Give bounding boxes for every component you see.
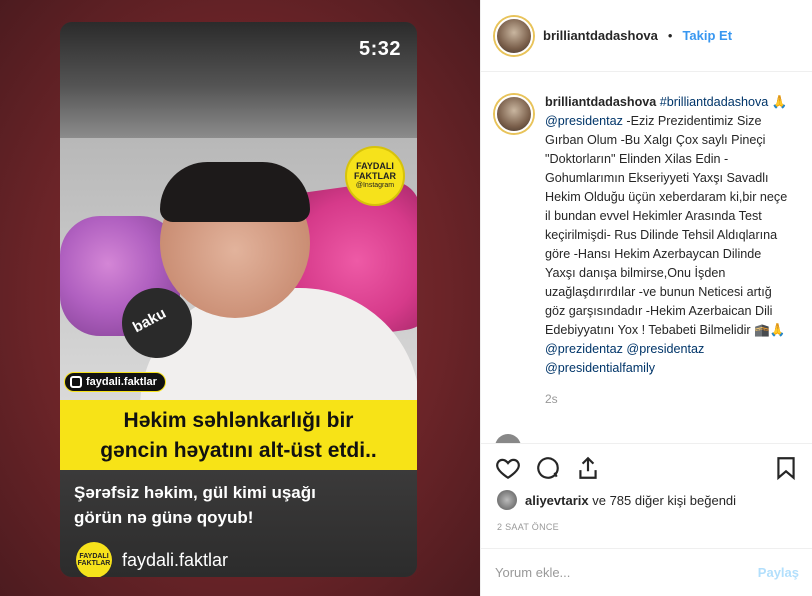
video-subtitle-bar: Şərəfsiz həkim, gül kimi uşağı görün nə … [60,470,417,577]
comment-input[interactable] [495,565,758,580]
caption-mention-2[interactable]: @prezidentaz [545,342,623,356]
header-username[interactable]: brilliantdadashova [543,28,658,43]
post-actions [481,443,812,497]
subtitle-line-2: görün nə günə qoyub! [74,508,254,527]
headline-line-2: gəncin həyatını alt-üst etdi.. [100,439,377,462]
next-comment-avatar [495,434,521,443]
caption-mention-3[interactable]: @presidentaz [626,342,704,356]
video-player[interactable]: 5:32 baku FAYDALI FAKTLAR @Instagram fay… [60,22,417,577]
headline-line-1: Həkim səhlənkarlığı bir [123,409,354,432]
caption-username[interactable]: brilliantdadashova [545,95,656,109]
brand-logo-icon: FAYDALI FAKTLAR [76,542,112,577]
badge-line-2: FAKTLAR [354,171,396,182]
caption-text: brilliantdadashova #brilliantdadashova 🙏… [545,93,791,378]
avatar[interactable] [495,16,533,55]
post-time-ago: 2 SAAT ÖNCE [497,522,559,532]
instagram-icon [70,376,82,388]
video-scene: baku FAYDALI FAKTLAR @Instagram faydali.… [60,138,417,400]
post-comment-button[interactable]: Paylaş [758,565,799,580]
liker-avatar[interactable] [497,490,517,510]
brand-name: faydali.faktlar [122,549,229,570]
post-header: brilliantdadashova • Takip Et [481,0,812,72]
likes-rest[interactable]: ve 785 diğer kişi beğendi [592,493,736,508]
post-side-panel: brilliantdadashova • Takip Et brilliantd… [480,0,812,596]
comment-box: Paylaş [481,548,812,596]
video-bottom-brand: FAYDALI FAKTLAR faydali.faktlar [76,542,228,577]
heart-icon[interactable] [495,455,521,486]
caption-body: -Eziz Prezidentimiz Size Gırban Olum -Bu… [545,114,788,337]
header-separator: • [667,28,673,43]
caption-avatar[interactable] [495,95,533,133]
badge-line-3: @Instagram [355,182,395,190]
caption-hashtag[interactable]: #brilliantdadashova [660,95,769,109]
video-time-remaining: 5:32 [358,38,401,60]
next-comment-peek [495,434,795,443]
video-subtitle: Şərəfsiz həkim, gül kimi uşağı görün nə … [74,480,404,530]
caption-time: 2s [545,392,558,406]
share-icon[interactable] [575,455,601,486]
liker-username[interactable]: aliyevtarix [525,493,589,508]
person-hair [160,162,310,222]
pray-emoji: 🙏 [771,95,788,109]
comment-icon[interactable] [535,455,561,486]
likes-row: aliyevtarix ve 785 diğer kişi beğendi [497,490,736,510]
brand-badge-logo: FAYDALI FAKTLAR @Instagram [345,146,405,206]
caption-end-emoji: 🕋🙏 [754,323,786,337]
video-handle-pill: faydali.faktlar [64,372,166,392]
subtitle-line-1: Şərəfsiz həkim, gül kimi uşağı [74,483,316,502]
video-headline: Həkim səhlənkarlığı bir gəncin həyatını … [60,400,417,470]
caption-area: brilliantdadashova #brilliantdadashova 🙏… [481,73,812,443]
caption-mention-4[interactable]: @presidentialfamily [545,361,655,375]
caption-mention-1[interactable]: @presidentaz [545,114,623,128]
video-handle: faydali.faktlar [86,376,157,388]
follow-button[interactable]: Takip Et [682,28,732,43]
bookmark-icon[interactable] [773,455,799,486]
